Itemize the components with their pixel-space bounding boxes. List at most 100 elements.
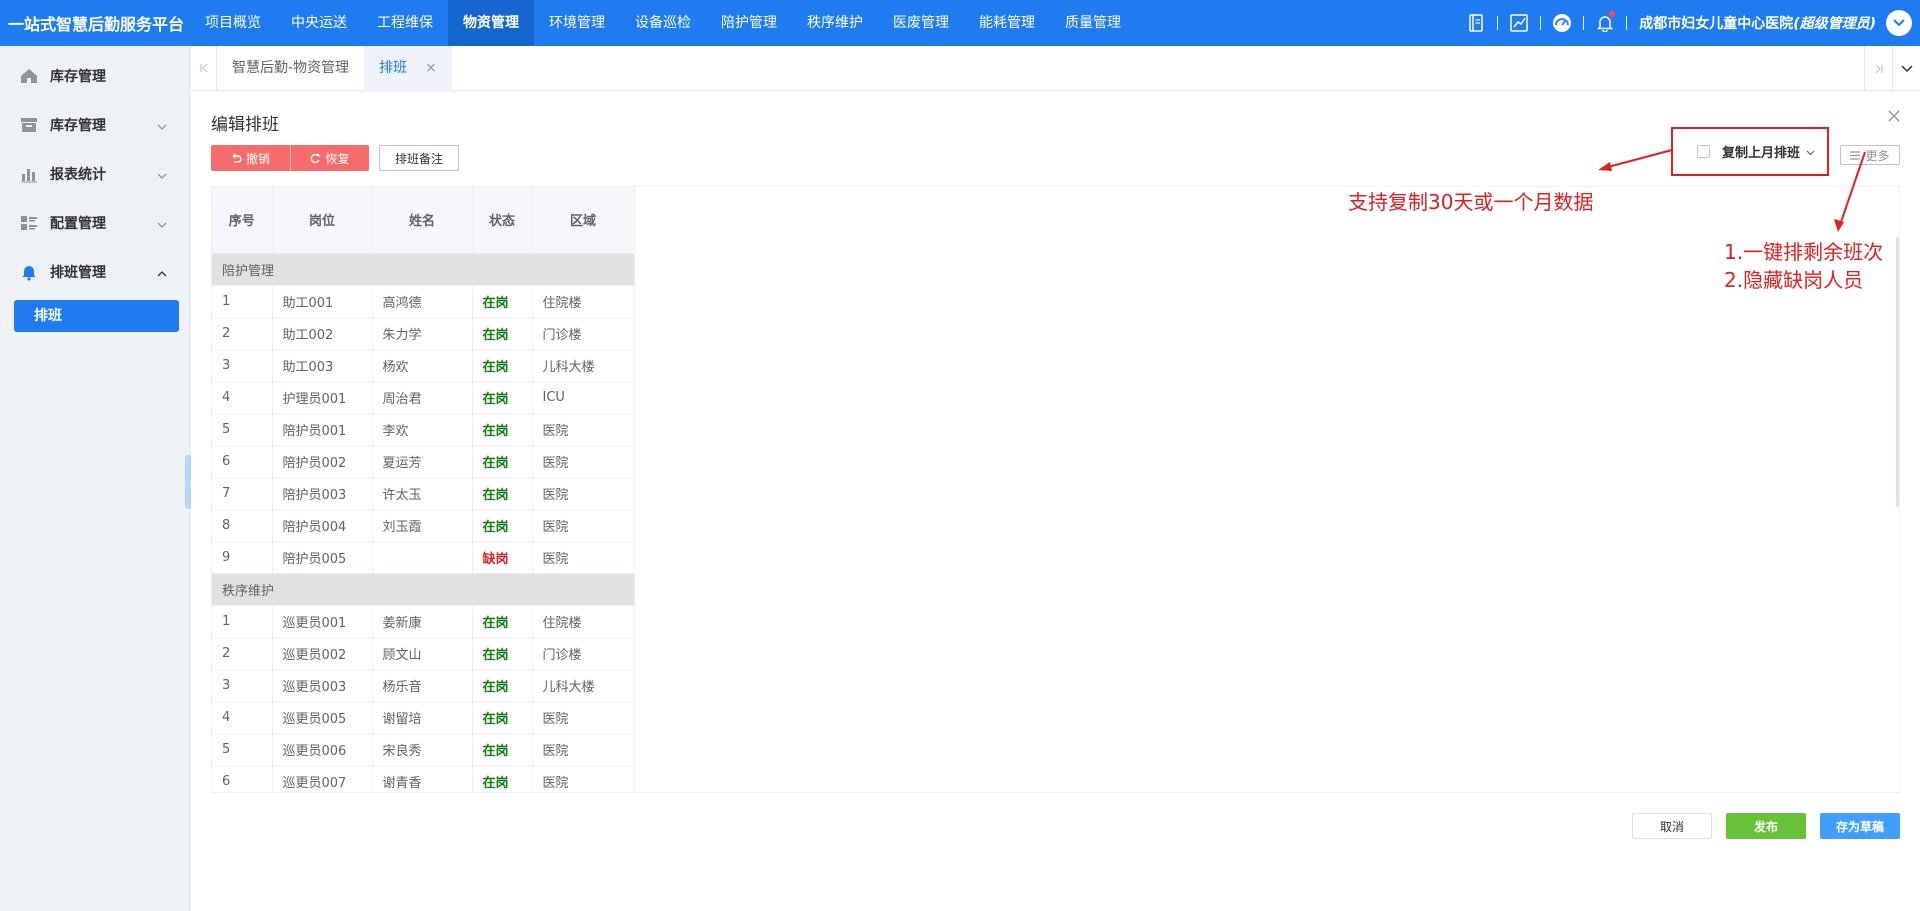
cell-status[interactable]: 在岗 xyxy=(472,605,533,638)
cell-post[interactable]: 巡更员001 xyxy=(272,605,373,638)
sidebar-item-scheduling[interactable]: 排班管理 xyxy=(0,247,189,296)
notification-bell-icon[interactable] xyxy=(1594,11,1616,34)
nav-item-transport[interactable]: 中央运送 xyxy=(276,0,362,46)
cancel-button[interactable]: 取消 xyxy=(1632,813,1712,839)
table-row[interactable]: 6 陪护员002 夏运芳 在岗 医院 xyxy=(212,445,635,478)
redo-button[interactable]: 恢复 xyxy=(290,145,369,171)
cell-post[interactable]: 助工001 xyxy=(272,285,373,318)
close-icon[interactable] xyxy=(1888,106,1900,127)
cell-status[interactable]: 在岗 xyxy=(472,477,533,510)
trend-chart-icon[interactable] xyxy=(1508,12,1530,34)
save-draft-button[interactable]: 存为草稿 xyxy=(1820,813,1900,839)
cell-status[interactable]: 缺岗 xyxy=(472,541,533,574)
cell-name[interactable]: 杨欢 xyxy=(372,349,473,382)
nav-item-escort[interactable]: 陪护管理 xyxy=(706,0,792,46)
cell-post[interactable]: 陪护员005 xyxy=(272,541,373,574)
tabs-scroll-left-icon[interactable] xyxy=(191,45,217,91)
sidebar-item-config[interactable]: 配置管理 xyxy=(0,198,189,247)
cell-post[interactable]: 巡更员006 xyxy=(272,733,373,766)
more-button[interactable]: 更多 xyxy=(1840,145,1900,165)
table-row[interactable]: 9 陪护员005 缺岗 医院 xyxy=(212,541,635,574)
sidebar-item-reports[interactable]: 报表统计 xyxy=(0,149,189,198)
table-row[interactable]: 8 陪护员004 刘玉霞 在岗 医院 xyxy=(212,509,635,542)
cell-status[interactable]: 在岗 xyxy=(472,413,533,446)
cell-area[interactable]: 医院 xyxy=(532,541,635,574)
cell-area[interactable]: 医院 xyxy=(532,701,635,734)
cell-area[interactable]: 医院 xyxy=(532,509,635,542)
cell-post[interactable]: 巡更员003 xyxy=(272,669,373,702)
table-row[interactable]: 5 陪护员001 李欢 在岗 医院 xyxy=(212,413,635,446)
tabs-scroll-right-icon[interactable] xyxy=(1864,46,1892,91)
table-row[interactable]: 6 巡更员007 谢青香 在岗 医院 xyxy=(212,765,635,792)
cell-name[interactable]: 刘玉霞 xyxy=(372,509,473,542)
table-row[interactable]: 1 助工001 高鸿德 在岗 住院楼 xyxy=(212,285,635,318)
cell-area[interactable]: ICU xyxy=(532,381,635,414)
cell-name[interactable]: 许太玉 xyxy=(372,477,473,510)
dashboard-gauge-icon[interactable] xyxy=(1551,12,1573,34)
cell-area[interactable]: 门诊楼 xyxy=(532,317,635,350)
cell-name[interactable]: 朱力学 xyxy=(372,317,473,350)
table-row[interactable]: 2 助工002 朱力学 在岗 门诊楼 xyxy=(212,317,635,350)
nav-item-energy[interactable]: 能耗管理 xyxy=(964,0,1050,46)
cell-status[interactable]: 在岗 xyxy=(472,669,533,702)
nav-item-medical-waste[interactable]: 医废管理 xyxy=(878,0,964,46)
cell-status[interactable]: 在岗 xyxy=(472,637,533,670)
sidebar-item-inventory[interactable]: 库存管理 xyxy=(0,100,189,149)
vertical-scrollbar[interactable] xyxy=(1896,237,1899,507)
cell-post[interactable]: 巡更员002 xyxy=(272,637,373,670)
nav-item-environment[interactable]: 环境管理 xyxy=(534,0,620,46)
cell-name[interactable]: 周治君 xyxy=(372,381,473,414)
cell-status[interactable]: 在岗 xyxy=(472,317,533,350)
table-row[interactable]: 3 巡更员003 杨乐音 在岗 儿科大楼 xyxy=(212,669,635,702)
chevron-down-icon[interactable] xyxy=(1806,144,1815,160)
tab-schedule[interactable]: 排班 × xyxy=(364,45,452,91)
copy-last-month-label[interactable]: 复制上月排班 xyxy=(1722,142,1800,161)
nav-item-materials[interactable]: 物资管理 xyxy=(448,0,534,46)
cell-name[interactable]: 夏运芳 xyxy=(372,445,473,478)
cell-post[interactable]: 陪护员002 xyxy=(272,445,373,478)
cell-post[interactable]: 巡更员005 xyxy=(272,701,373,734)
sidebar-item-inventory-home[interactable]: 库存管理 xyxy=(0,51,189,100)
cell-area[interactable]: 医院 xyxy=(532,445,635,478)
cell-post[interactable]: 陪护员001 xyxy=(272,413,373,446)
undo-button[interactable]: 撤销 xyxy=(211,145,290,171)
cell-area[interactable]: 住院楼 xyxy=(532,605,635,638)
cell-post[interactable]: 巡更员007 xyxy=(272,765,373,792)
cell-status[interactable]: 在岗 xyxy=(472,381,533,414)
cell-name[interactable]: 谢青香 xyxy=(372,765,473,792)
cell-area[interactable]: 门诊楼 xyxy=(532,637,635,670)
table-row[interactable]: 4 巡更员005 谢留培 在岗 医院 xyxy=(212,701,635,734)
table-row[interactable]: 3 助工003 杨欢 在岗 儿科大楼 xyxy=(212,349,635,382)
copy-last-month-checkbox[interactable] xyxy=(1697,145,1710,158)
cell-status[interactable]: 在岗 xyxy=(472,349,533,382)
nav-item-maintenance[interactable]: 工程维保 xyxy=(362,0,448,46)
nav-item-inspection[interactable]: 设备巡检 xyxy=(620,0,706,46)
cell-status[interactable]: 在岗 xyxy=(472,509,533,542)
nav-item-overview[interactable]: 项目概览 xyxy=(190,0,276,46)
cell-name[interactable]: 顾文山 xyxy=(372,637,473,670)
tabs-menu-chevron-down-icon[interactable] xyxy=(1892,46,1920,91)
cell-name[interactable]: 姜新康 xyxy=(372,605,473,638)
cell-area[interactable]: 医院 xyxy=(532,765,635,792)
cell-name[interactable] xyxy=(372,541,473,574)
user-menu-chevron-icon[interactable] xyxy=(1886,10,1912,36)
cell-name[interactable]: 李欢 xyxy=(372,413,473,446)
book-icon[interactable] xyxy=(1465,12,1487,34)
cell-area[interactable]: 儿科大楼 xyxy=(532,349,635,382)
cell-status[interactable]: 在岗 xyxy=(472,285,533,318)
cell-post[interactable]: 陪护员003 xyxy=(272,477,373,510)
cell-status[interactable]: 在岗 xyxy=(472,701,533,734)
cell-area[interactable]: 住院楼 xyxy=(532,285,635,318)
nav-item-quality[interactable]: 质量管理 xyxy=(1050,0,1136,46)
cell-post[interactable]: 助工002 xyxy=(272,317,373,350)
cell-post[interactable]: 助工003 xyxy=(272,349,373,382)
sidebar-subitem-schedule[interactable]: 排班 xyxy=(14,300,179,332)
cell-post[interactable]: 陪护员004 xyxy=(272,509,373,542)
table-row[interactable]: 4 护理员001 周治君 在岗 ICU xyxy=(212,381,635,414)
publish-button[interactable]: 发布 xyxy=(1726,813,1806,839)
tab-close-icon[interactable]: × xyxy=(425,60,437,76)
hospital-user-label[interactable]: 成都市妇女儿童中心医院(超级管理员) xyxy=(1639,13,1876,33)
cell-area[interactable]: 医院 xyxy=(532,413,635,446)
cell-post[interactable]: 护理员001 xyxy=(272,381,373,414)
cell-area[interactable]: 医院 xyxy=(532,477,635,510)
